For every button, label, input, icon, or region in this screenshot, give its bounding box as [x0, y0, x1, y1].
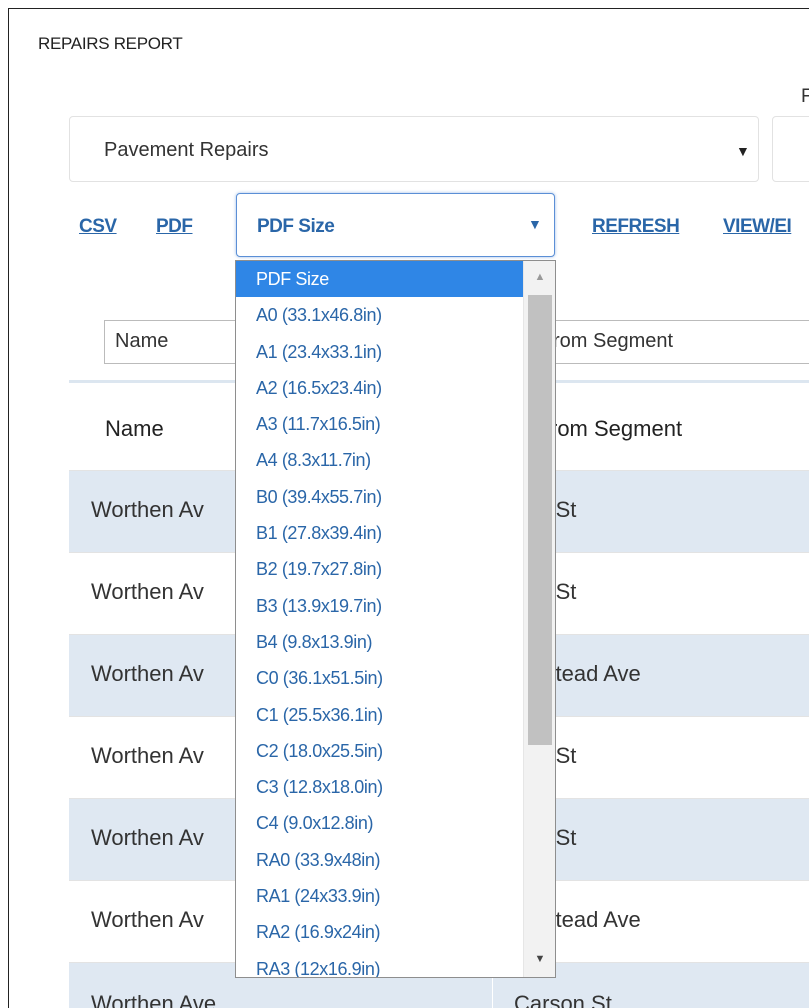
cell-name: Worthen Av	[91, 497, 204, 522]
pdf-size-option[interactable]: PDF Size	[236, 261, 523, 298]
column-header-name[interactable]: Name	[105, 416, 164, 442]
pdf-size-option[interactable]: B2 (19.7x27.8in)	[236, 551, 523, 587]
cell-name: Worthen Av	[91, 579, 204, 604]
scroll-up-arrow-icon[interactable]: ▲	[524, 265, 555, 289]
cell-name: Worthen Av	[91, 661, 204, 686]
pdf-size-option[interactable]: C4 (9.0x12.8in)	[236, 805, 523, 841]
pdf-size-option[interactable]: B3 (13.9x19.7in)	[236, 588, 523, 624]
cell-name: Worthen Ave	[91, 991, 217, 1008]
scroll-down-arrow-icon[interactable]: ▼	[524, 947, 555, 971]
cell-name: Worthen Av	[91, 825, 204, 850]
cell-name: Worthen Av	[91, 907, 204, 932]
view-edit-link[interactable]: VIEW/EI	[723, 216, 792, 238]
secondary-select[interactable]	[772, 116, 809, 182]
cell-from-segment: Carson St	[514, 991, 612, 1008]
pdf-size-option[interactable]: A1 (23.4x33.1in)	[236, 334, 523, 370]
from-segment-filter-input[interactable]: rom Segment	[540, 320, 809, 364]
pdf-size-option[interactable]: C0 (36.1x51.5in)	[236, 660, 523, 696]
caret-down-icon: ▼	[736, 143, 750, 159]
pdf-size-dropdown-list[interactable]: PDF Size A0 (33.1x46.8in) A1 (23.4x33.1i…	[235, 260, 556, 978]
page-title: REPAIRS REPORT	[38, 34, 183, 53]
pdf-size-option[interactable]: RA1 (24x33.9in)	[236, 878, 523, 914]
pdf-size-option[interactable]: C2 (18.0x25.5in)	[236, 733, 523, 769]
cut-off-label: F	[801, 86, 809, 107]
pdf-size-option[interactable]: RA2 (16.9x24in)	[236, 914, 523, 950]
pdf-size-option[interactable]: C3 (12.8x18.0in)	[236, 769, 523, 805]
pdf-size-option[interactable]: A2 (16.5x23.4in)	[236, 370, 523, 406]
cell-name: Worthen Av	[91, 743, 204, 768]
pdf-size-option[interactable]: A0 (33.1x46.8in)	[236, 297, 523, 333]
pdf-size-select[interactable]: PDF Size ▼	[236, 193, 555, 257]
pdf-size-option[interactable]: C1 (25.5x36.1in)	[236, 697, 523, 733]
pdf-size-value: PDF Size	[257, 216, 335, 237]
report-type-value: Pavement Repairs	[104, 139, 269, 161]
pdf-size-option[interactable]: B1 (27.8x39.4in)	[236, 515, 523, 551]
column-header-from-segment[interactable]: rom Segment	[550, 416, 682, 442]
pdf-size-option[interactable]: B0 (39.4x55.7in)	[236, 479, 523, 515]
pdf-size-option[interactable]: B4 (9.8x13.9in)	[236, 624, 523, 660]
name-filter-input[interactable]: Name	[104, 320, 244, 364]
refresh-link[interactable]: REFRESH	[592, 216, 680, 238]
report-type-select[interactable]: Pavement Repairs ▼	[69, 116, 759, 182]
pdf-size-option[interactable]: A3 (11.7x16.5in)	[236, 406, 523, 442]
pdf-size-option[interactable]: RA0 (33.9x48in)	[236, 842, 523, 878]
pdf-size-option[interactable]: A4 (8.3x11.7in)	[236, 442, 523, 478]
pdf-link[interactable]: PDF	[156, 216, 193, 238]
scrollbar-thumb[interactable]	[528, 295, 552, 745]
dropdown-scrollbar[interactable]: ▲ ▼	[523, 261, 555, 977]
pdf-size-option[interactable]: RA3 (12x16.9in)	[236, 951, 523, 977]
caret-down-icon: ▼	[528, 216, 542, 232]
csv-link[interactable]: CSV	[79, 216, 117, 238]
